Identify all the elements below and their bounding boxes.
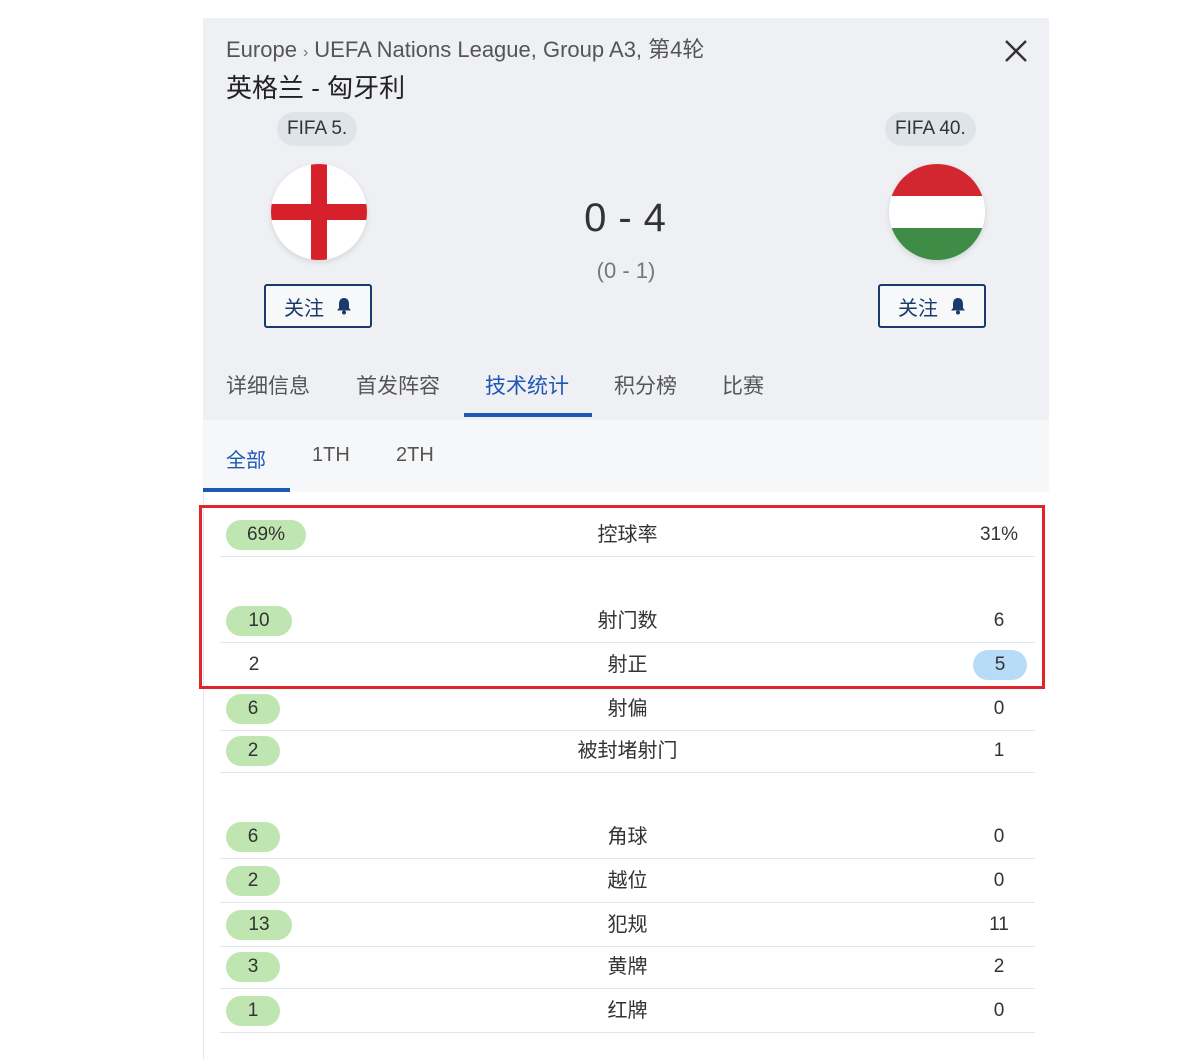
stat-row-corners: 6 角球 0 — [220, 816, 1035, 859]
home-stat-value: 10 — [226, 606, 292, 636]
home-stat-value: 6 — [226, 822, 280, 852]
match-title: 英格兰 - 匈牙利 — [226, 73, 406, 103]
home-score: 0 — [584, 196, 609, 240]
close-button[interactable] — [1001, 36, 1031, 66]
england-flag-icon[interactable] — [271, 164, 367, 260]
away-stat-value: 5 — [973, 650, 1027, 680]
home-stat-value: 2 — [248, 654, 260, 675]
away-fifa-rank: FIFA 40. — [885, 112, 976, 146]
stat-label: 射偏 — [607, 698, 648, 720]
home-stat-value: 3 — [226, 952, 280, 982]
match-stats-panel: Europe › UEFA Nations League, Group A3, 第4… — [203, 18, 1049, 1060]
stat-label: 被封堵射门 — [577, 740, 678, 762]
breadcrumb: Europe › UEFA Nations League, Group A3, 第4… — [226, 32, 704, 64]
stat-row-shots: 10 射门数 6 — [220, 600, 1035, 643]
home-stat-value: 2 — [226, 736, 280, 766]
tab-lineups[interactable]: 首发阵容 — [356, 370, 440, 400]
hungary-flag-icon[interactable] — [889, 164, 985, 260]
halftime-score: (0 - 1) — [596, 258, 656, 283]
stat-row-fouls: 13 犯规 11 — [220, 904, 1035, 947]
subtab-first-half[interactable]: 1TH — [312, 444, 350, 467]
stat-row-shots-on-target: 2 射正 5 — [220, 644, 1035, 687]
away-stat-value: 0 — [993, 870, 1005, 891]
away-score: 4 — [643, 196, 668, 240]
away-stat-value: 0 — [993, 1000, 1005, 1021]
active-tab-indicator — [464, 413, 592, 417]
away-stat-value: 0 — [993, 698, 1005, 719]
away-stat-value: 11 — [989, 914, 1009, 935]
bell-icon — [337, 298, 351, 315]
home-stat-value: 13 — [226, 910, 292, 940]
divider — [203, 492, 204, 1060]
tab-matches[interactable]: 比赛 — [722, 370, 764, 400]
tab-statistics[interactable]: 技术统计 — [485, 370, 569, 400]
period-tabs: 全部 1TH 2TH — [203, 420, 1049, 492]
stat-label: 黄牌 — [607, 956, 648, 978]
home-stat-value: 69% — [226, 520, 306, 550]
home-fifa-rank: FIFA 5. — [277, 112, 358, 146]
bell-icon — [951, 298, 965, 315]
stat-label: 角球 — [607, 826, 648, 848]
stat-row-yellow-cards: 3 黄牌 2 — [220, 946, 1035, 989]
away-stat-value: 2 — [993, 956, 1005, 977]
away-stat-value: 0 — [993, 826, 1005, 847]
tab-standings[interactable]: 积分榜 — [614, 370, 677, 400]
stat-label: 射门数 — [597, 610, 658, 632]
away-stat-value: 6 — [993, 610, 1005, 631]
subtab-second-half[interactable]: 2TH — [396, 444, 434, 467]
stat-row-shots-off-target: 6 射偏 0 — [220, 688, 1035, 731]
match-header: Europe › UEFA Nations League, Group A3, 第4… — [203, 18, 1049, 438]
final-score: 0-4 — [526, 196, 726, 241]
stat-label: 射正 — [607, 654, 648, 676]
close-icon — [1005, 40, 1027, 62]
stat-label: 控球率 — [597, 524, 658, 546]
follow-away-button[interactable]: 关注 — [878, 284, 986, 328]
tab-details[interactable]: 详细信息 — [226, 370, 310, 400]
follow-label: 关注 — [284, 297, 324, 320]
main-tabs: 详细信息 首发阵容 技术统计 积分榜 比赛 — [203, 358, 1049, 420]
away-stat-value: 31% — [979, 524, 1019, 545]
follow-label: 关注 — [898, 297, 938, 320]
follow-home-button[interactable]: 关注 — [264, 284, 372, 328]
breadcrumb-competition[interactable]: UEFA Nations League, Group A3, 第4轮 — [314, 37, 704, 62]
score-separator: - — [618, 196, 634, 240]
subtab-all[interactable]: 全部 — [226, 444, 266, 473]
breadcrumb-region[interactable]: Europe — [226, 37, 297, 62]
stat-row-possession: 69% 控球率 31% — [220, 514, 1035, 557]
stat-label: 越位 — [607, 870, 648, 892]
stat-label: 犯规 — [607, 914, 648, 936]
stat-row-blocked-shots: 2 被封堵射门 1 — [220, 730, 1035, 773]
stat-label: 红牌 — [607, 1000, 648, 1022]
home-stat-value: 2 — [226, 866, 280, 896]
home-stat-value: 6 — [226, 694, 280, 724]
home-stat-value: 1 — [226, 996, 280, 1026]
chevron-right-icon: › — [302, 44, 309, 61]
away-stat-value: 1 — [993, 740, 1005, 761]
stat-row-offsides: 2 越位 0 — [220, 860, 1035, 903]
active-subtab-indicator — [203, 488, 290, 492]
stat-row-red-cards: 1 红牌 0 — [220, 990, 1035, 1033]
